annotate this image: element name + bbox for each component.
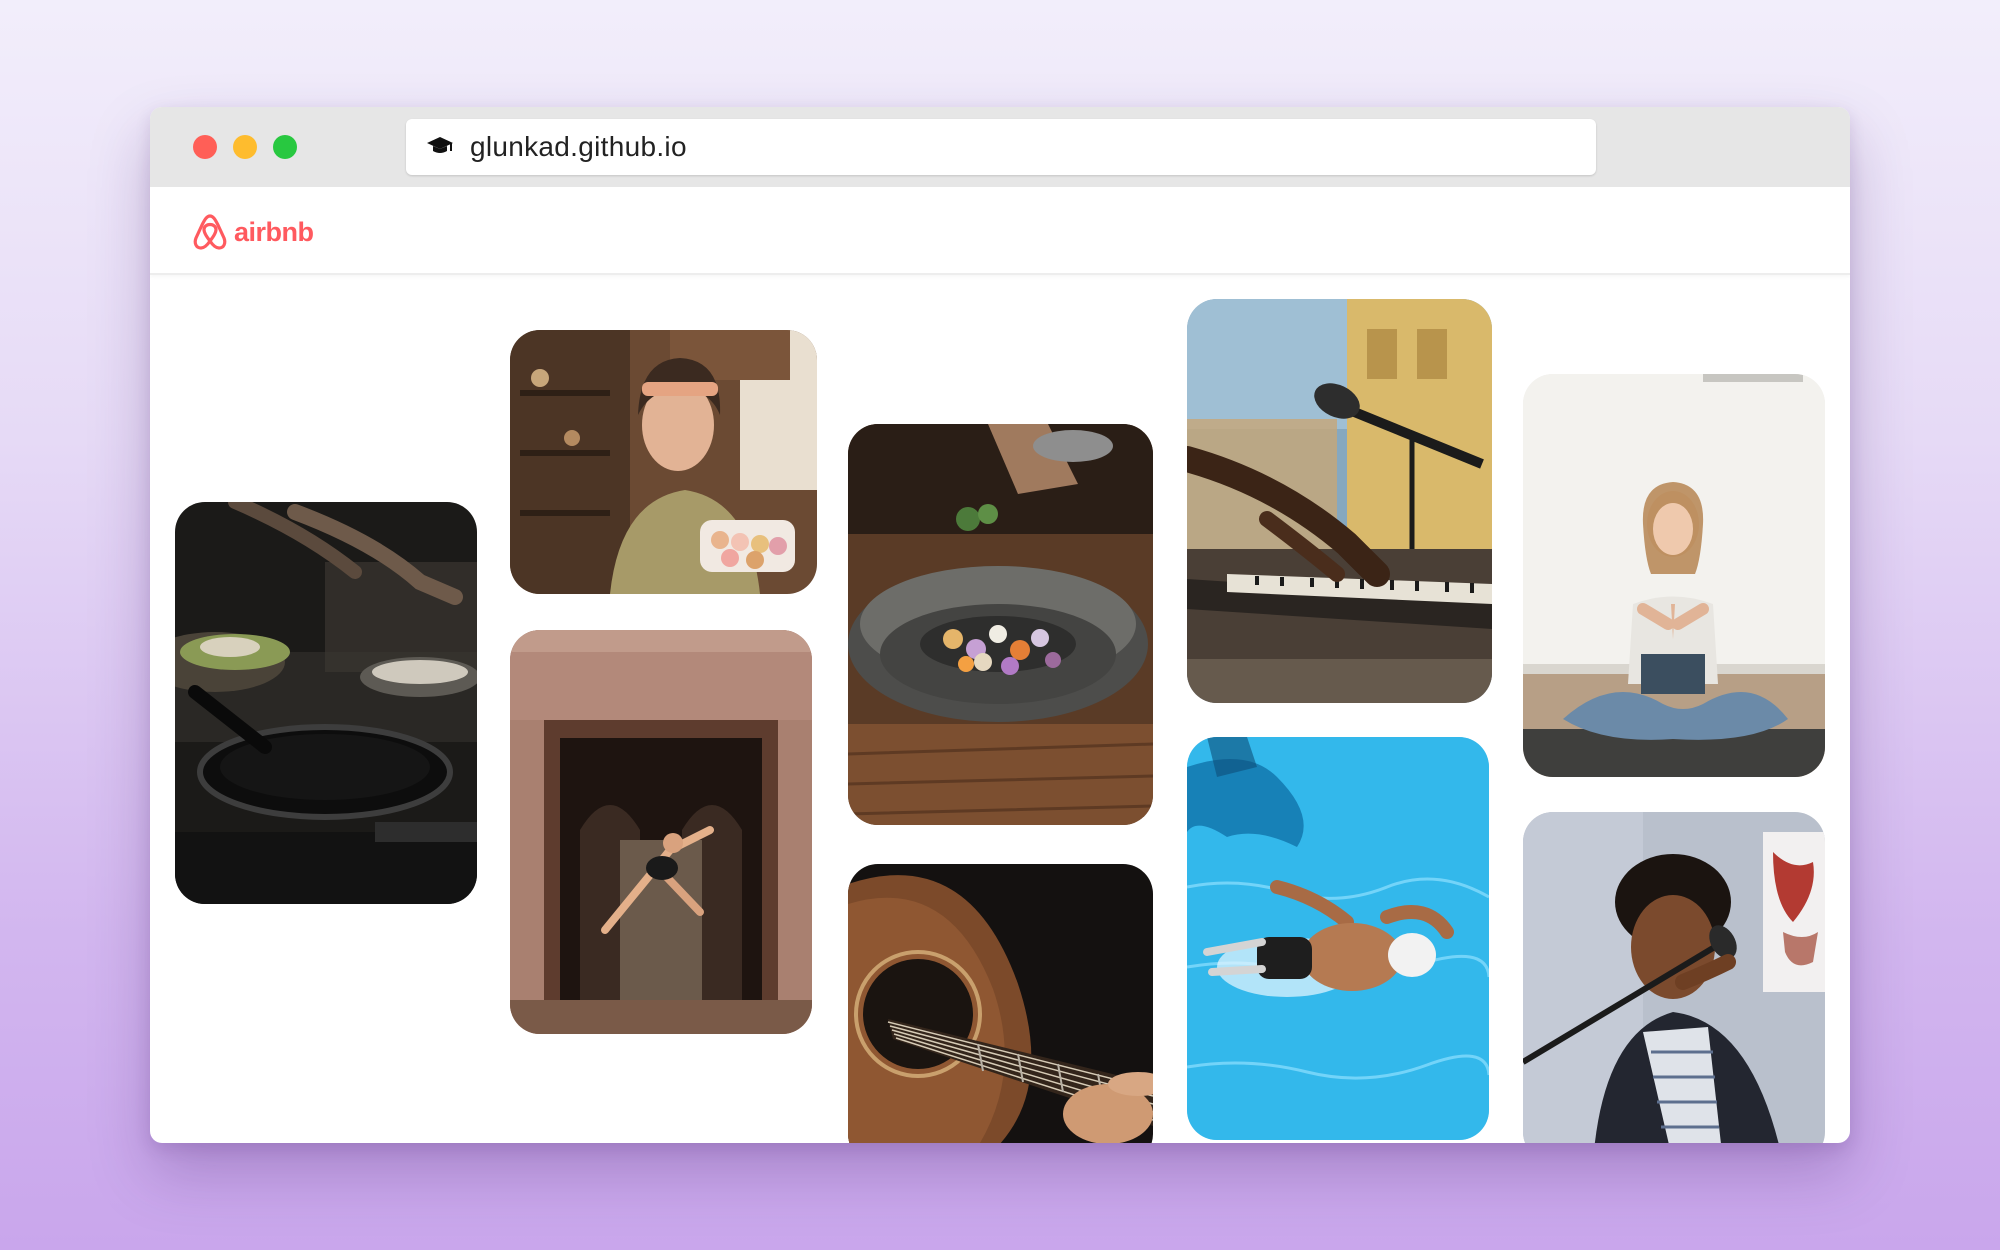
swimmer-pool-photo[interactable]: [1187, 737, 1489, 1140]
dancer-doorway-photo[interactable]: [510, 630, 812, 1034]
graduation-cap-icon: [426, 135, 454, 157]
browser-titlebar: glunkad.github.io: [150, 107, 1850, 187]
airbnb-logo[interactable]: airbnb: [192, 212, 314, 252]
minimize-window-button[interactable]: [233, 135, 257, 159]
keyboard-microphone-photo[interactable]: [1187, 299, 1492, 703]
macarons-chef-photo[interactable]: [510, 330, 817, 594]
maximize-window-button[interactable]: [273, 135, 297, 159]
address-url: glunkad.github.io: [470, 131, 687, 162]
stone-bowl-salt-photo[interactable]: [848, 424, 1153, 825]
browser-window: glunkad.github.io airbnb: [150, 107, 1850, 1143]
address-bar[interactable]: glunkad.github.io: [406, 119, 1596, 175]
airbnb-belo-icon: [193, 214, 227, 250]
site-header: airbnb: [150, 187, 1850, 275]
singer-microphone-photo[interactable]: [1523, 812, 1825, 1143]
cooking-pans-photo[interactable]: [175, 502, 477, 904]
acoustic-guitar-photo[interactable]: [848, 864, 1153, 1143]
yoga-meditation-photo[interactable]: [1523, 374, 1825, 777]
airbnb-wordmark: airbnb: [234, 216, 314, 247]
close-window-button[interactable]: [193, 135, 217, 159]
